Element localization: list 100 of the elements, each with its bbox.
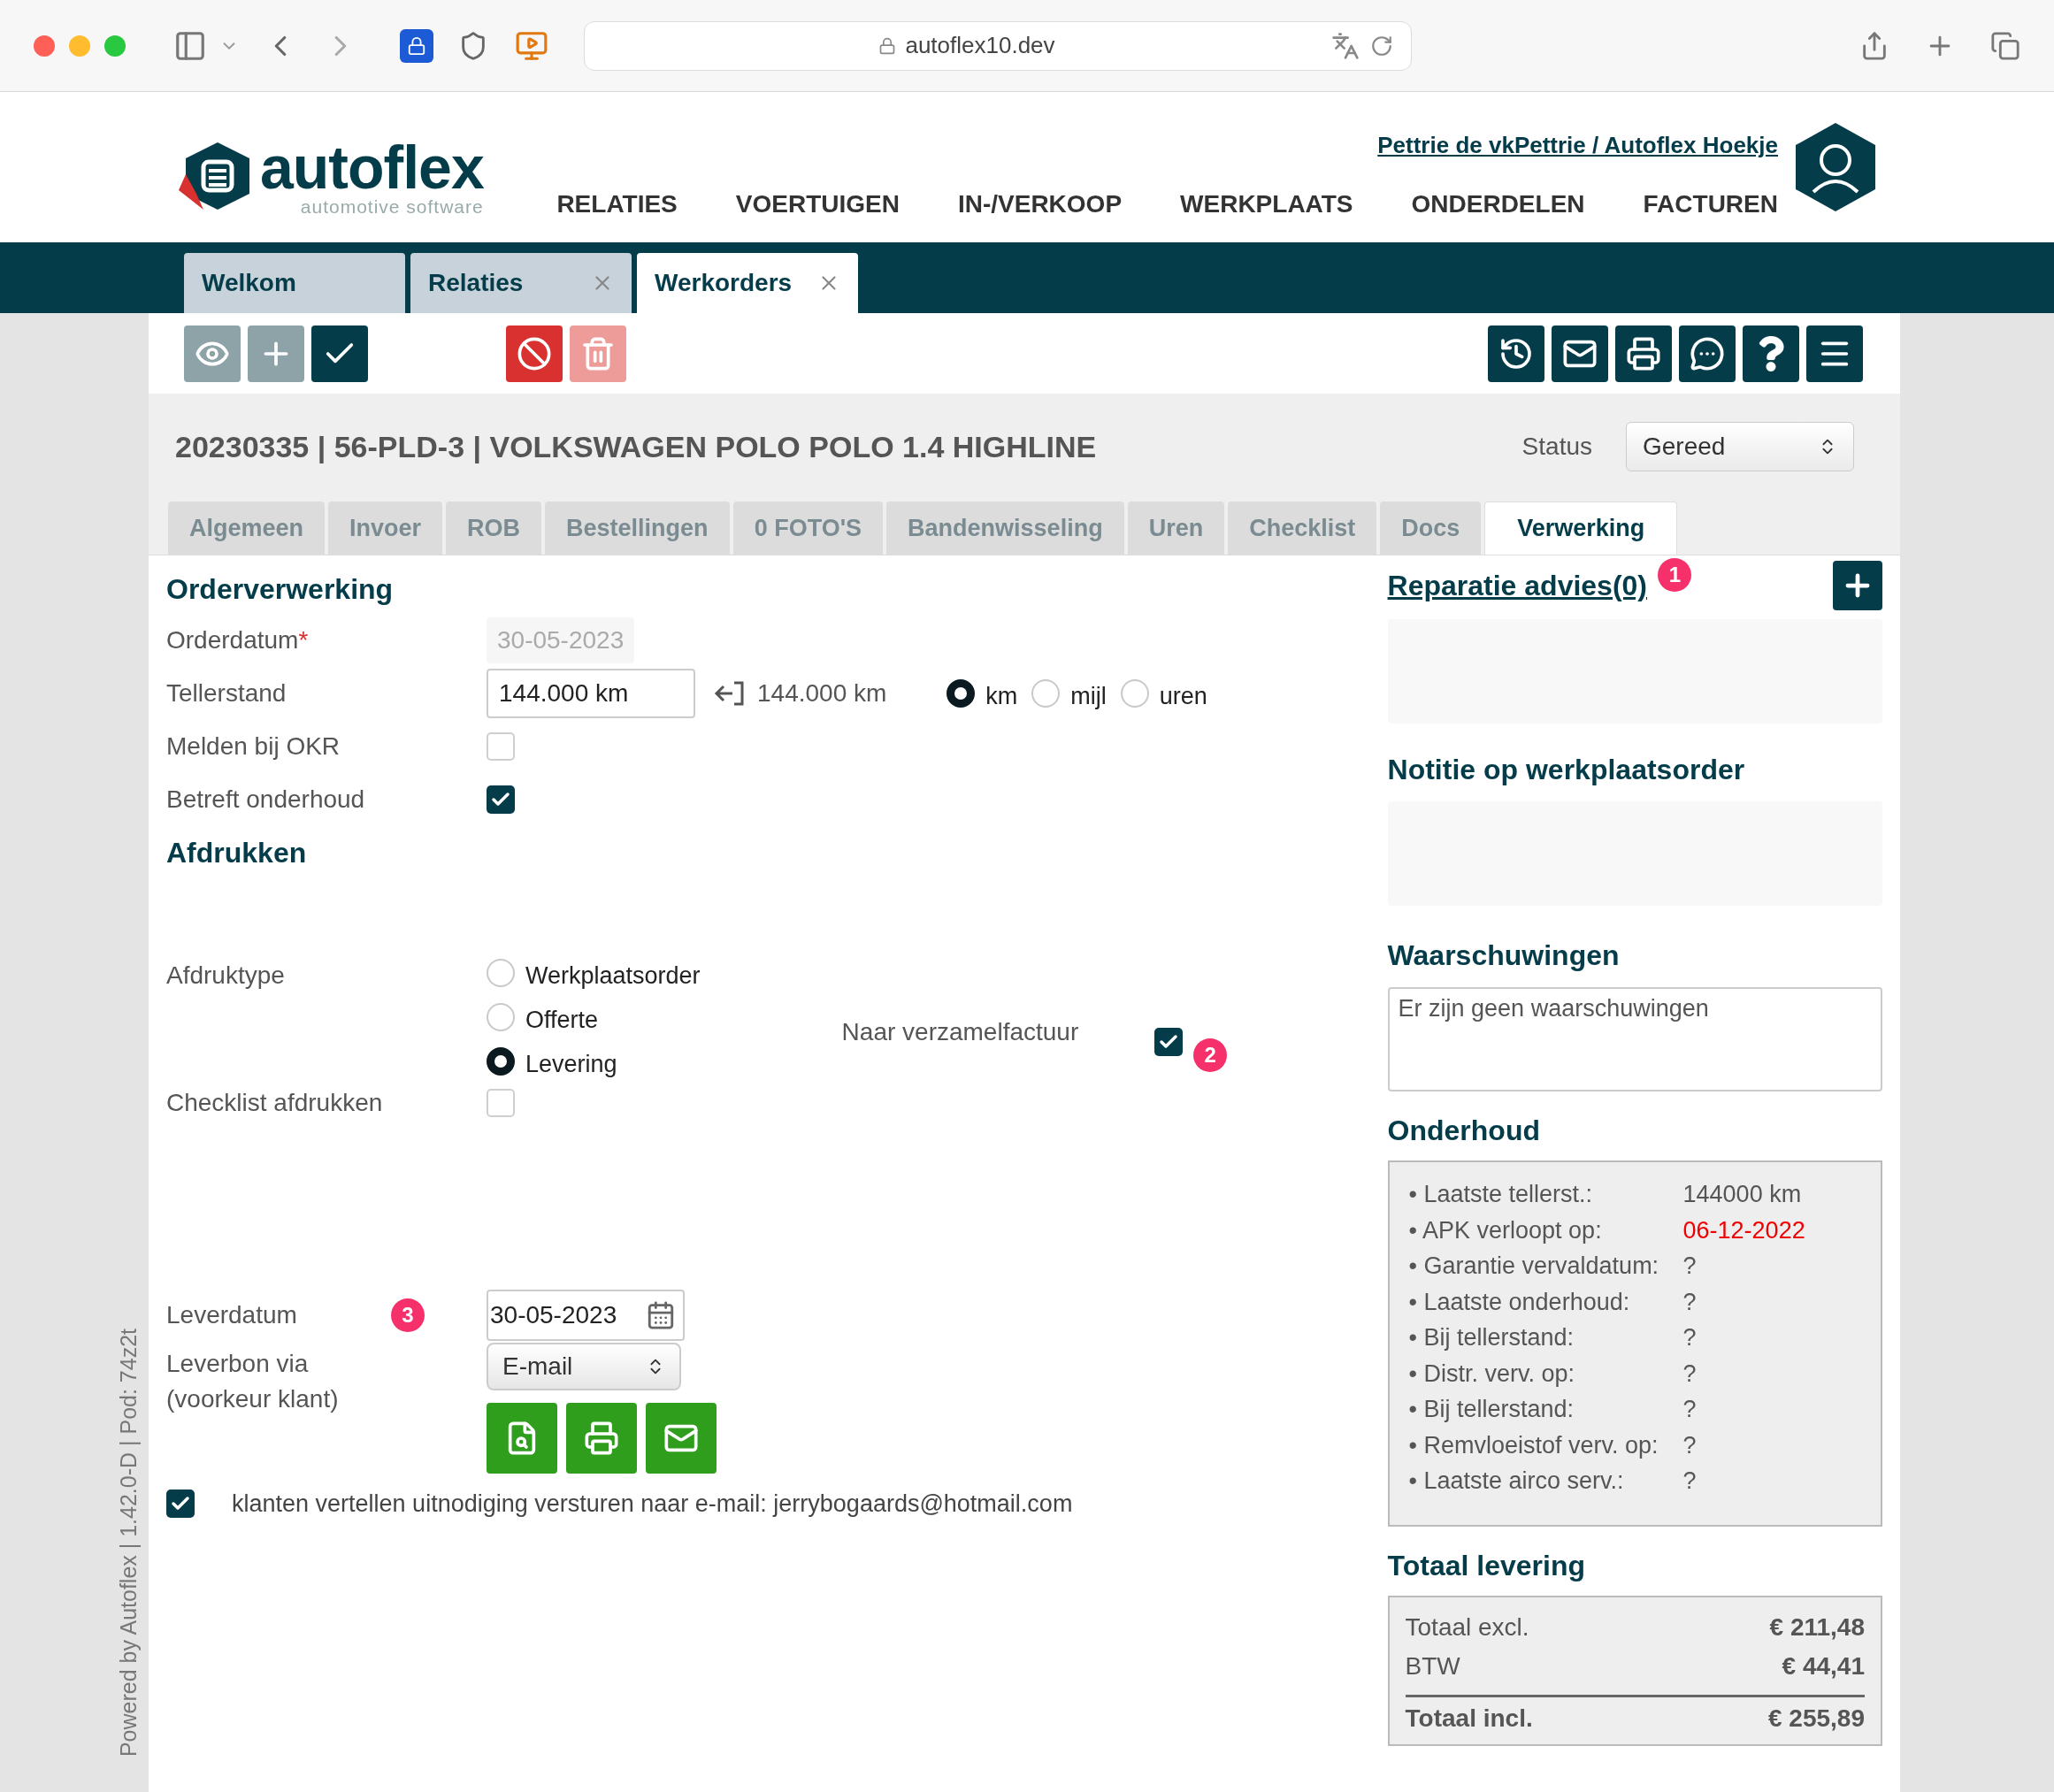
radio-label: Levering	[525, 1049, 617, 1079]
radio-label: uren	[1159, 681, 1207, 711]
maintenance-label: • Distr. verv. op:	[1408, 1359, 1575, 1387]
tab[interactable]: Verwerking	[1484, 502, 1678, 555]
section-heading: Reparatie advies(0)	[1387, 569, 1647, 603]
calendar-icon	[646, 1300, 676, 1330]
nav-item[interactable]: FACTUREN	[1643, 186, 1778, 223]
annotation-marker: 2	[1193, 1038, 1228, 1072]
user-link[interactable]: Pettrie de vkPettrie / Autoflex Hoekje	[1377, 128, 1778, 163]
annotation-marker: 1	[1658, 558, 1692, 592]
document-tab[interactable]: Werkorders	[637, 253, 858, 313]
maintenance-label: • Bij tellerstand:	[1408, 1324, 1575, 1351]
avatar-icon[interactable]	[1794, 121, 1877, 213]
tabs-overview-icon[interactable]	[1990, 30, 2020, 61]
nav-item[interactable]: VOERTUIGEN	[735, 186, 900, 223]
checkbox[interactable]	[1154, 1028, 1184, 1056]
logo-wordmark: autoflex	[260, 136, 484, 197]
url-text: autoflex10.dev	[905, 31, 1055, 60]
status-label: Status	[1521, 432, 1592, 462]
warnings-text: Er zijn geen waarschuwingen	[1398, 995, 1709, 1022]
section-heading: Totaal levering	[1387, 1549, 1586, 1583]
nav-item[interactable]: WERKPLAATS	[1180, 186, 1353, 223]
maintenance-value: ?	[1682, 1323, 1697, 1352]
reload-icon[interactable]	[1370, 34, 1393, 57]
field-label: Checklist afdrukken	[166, 1088, 384, 1118]
checkbox[interactable]	[166, 1490, 195, 1519]
checkbox[interactable]	[487, 732, 515, 761]
field-label: Betreft onderhoud	[166, 785, 366, 815]
maintenance-value: ?	[1682, 1430, 1697, 1460]
logo-tagline: automotive software	[300, 196, 484, 216]
help-button[interactable]	[1743, 325, 1799, 382]
maintenance-value: ?	[1682, 1359, 1697, 1389]
printer-icon	[584, 1421, 619, 1456]
maintenance-label: • Laatste tellerst.:	[1408, 1181, 1593, 1207]
radio-label: km	[985, 681, 1018, 711]
section-heading: Notitie op werkplaatsorder	[1387, 753, 1746, 787]
close-window-icon[interactable]	[34, 34, 55, 57]
maintenance-value: ?	[1682, 1287, 1697, 1317]
maintenance-value: ?	[1682, 1467, 1697, 1496]
section-heading: Afdrukken	[166, 836, 308, 870]
total-label: Totaal incl.	[1405, 1703, 1533, 1734]
speech-bubble-icon	[1690, 335, 1725, 371]
checkbox[interactable]	[487, 1089, 515, 1117]
total-value: € 211,48	[1769, 1612, 1865, 1643]
annotation-marker: 3	[391, 1298, 425, 1332]
lock-icon	[878, 36, 897, 55]
field-label: Afdruktype	[166, 961, 286, 991]
total-value: € 255,89	[1768, 1703, 1865, 1734]
preview-button[interactable]	[487, 1403, 557, 1474]
odometer-field[interactable]: 144.000 km	[487, 669, 695, 718]
add-advice-button[interactable]	[1833, 561, 1882, 610]
order-title: 20230335 | 56-PLD-3 | VOLKSWAGEN POLO POLO 1.4 HIGHLINE	[175, 428, 1097, 465]
zoom-window-icon[interactable]	[104, 34, 126, 57]
nav-item[interactable]: RELATIES	[556, 186, 678, 223]
maintenance-label: • Laatste onderhoud:	[1408, 1288, 1630, 1315]
required-mark: *	[298, 625, 309, 655]
radio-label: Werkplaatsorder	[525, 961, 701, 991]
total-value: € 44,41	[1782, 1651, 1865, 1681]
nav-item[interactable]: IN-/VERKOOP	[957, 186, 1123, 223]
previous-value-icon	[713, 680, 747, 707]
section-heading: Onderhoud	[1387, 1114, 1541, 1148]
document-tab[interactable]: Relaties	[410, 253, 632, 313]
cancel-button[interactable]	[506, 325, 563, 382]
field-label: Leverdatum	[166, 1300, 298, 1330]
field-note: (voorkeur klant)	[166, 1384, 340, 1414]
chat-button[interactable]	[1679, 325, 1736, 382]
history-button[interactable]	[1488, 325, 1544, 382]
field-label: Melden bij OKR	[166, 731, 341, 762]
checkbox[interactable]	[487, 785, 515, 814]
footer-text: Powered by Autoflex | 1.42.0-D | Pod: 74z2t	[114, 1328, 142, 1757]
password-manager-icon[interactable]	[400, 28, 433, 63]
mail-button[interactable]	[1552, 325, 1608, 382]
delivery-method-select[interactable]: E-mail	[487, 1343, 681, 1390]
radio-label: mijl	[1070, 681, 1107, 711]
maintenance-value: ?	[1682, 1395, 1697, 1424]
prohibited-icon	[517, 335, 552, 371]
translate-icon[interactable]	[1331, 31, 1360, 60]
address-bar[interactable]: autoflex10.dev	[584, 20, 1412, 71]
maintenance-label: • APK verloopt op:	[1408, 1216, 1602, 1244]
maintenance-label: • Laatste airco serv.:	[1408, 1467, 1624, 1494]
save-button[interactable]	[311, 325, 368, 382]
radio-button[interactable]	[947, 679, 976, 708]
radio-button[interactable]	[487, 1047, 515, 1076]
maintenance-label: • Garantie vervaldatum:	[1408, 1252, 1659, 1279]
trash-icon	[580, 335, 616, 371]
section-heading: Waarschuwingen	[1387, 938, 1621, 973]
field-label: Orderdatum	[166, 625, 299, 655]
menu-button[interactable]	[1806, 325, 1863, 382]
document-tab[interactable]: Welkom	[184, 253, 405, 313]
invite-text: klanten vertellen uitnodiging versturen naar e-mail: jerrybogaards@hotmail.com	[232, 1490, 1073, 1519]
nav-item[interactable]: ONDERDELEN	[1411, 186, 1585, 223]
status-select[interactable]: Gereed	[1626, 422, 1854, 471]
maintenance-label: • Bij tellerstand:	[1408, 1396, 1575, 1422]
section-heading: Orderverwerking	[166, 572, 395, 607]
maintenance-value: 144000 km	[1682, 1180, 1802, 1209]
total-label: Totaal excl.	[1405, 1612, 1529, 1643]
delivery-date-field[interactable]: 30-05-2023	[487, 1290, 685, 1341]
print-button[interactable]	[1615, 325, 1672, 382]
previous-odometer: 144.000 km	[757, 678, 887, 708]
maintenance-label: • Remvloeistof verv. op:	[1408, 1431, 1659, 1459]
